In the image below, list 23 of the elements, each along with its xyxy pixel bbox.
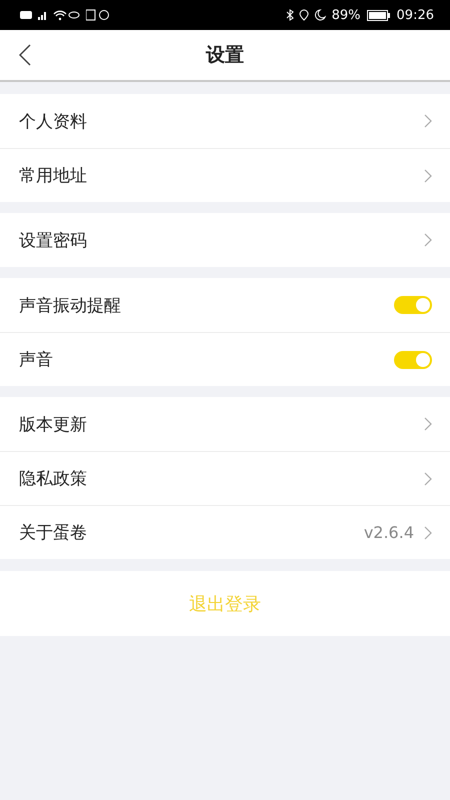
chevron-right-icon bbox=[424, 233, 432, 247]
clock-time: 09:26 bbox=[396, 8, 434, 22]
chevron-right-icon bbox=[424, 526, 432, 540]
battery-percent: 89% bbox=[332, 8, 361, 22]
setting-label: 个人资料 bbox=[19, 110, 87, 132]
toggle-switch[interactable] bbox=[394, 296, 432, 314]
version-value: v2.6.4 bbox=[364, 523, 414, 542]
setting-label: 常用地址 bbox=[19, 165, 87, 187]
setting-label: 版本更新 bbox=[19, 414, 87, 436]
setting-label: 设置密码 bbox=[19, 230, 87, 252]
chevron-right-icon bbox=[424, 168, 432, 182]
setting-label: 声音 bbox=[19, 349, 53, 371]
setting-label: 关于蛋卷 bbox=[19, 522, 87, 544]
toggle-switch[interactable] bbox=[394, 350, 432, 368]
bluetooth-location-moon-icon bbox=[286, 9, 326, 21]
chevron-right-icon bbox=[424, 472, 432, 486]
signal-icon bbox=[20, 9, 80, 21]
page-title: 设置 bbox=[206, 43, 244, 68]
setting-label: 隐私政策 bbox=[19, 468, 87, 490]
chevron-right-icon bbox=[424, 114, 432, 128]
battery-icon bbox=[366, 10, 391, 20]
setting-label: 声音振动提醒 bbox=[19, 294, 121, 316]
chevron-right-icon bbox=[424, 417, 432, 431]
